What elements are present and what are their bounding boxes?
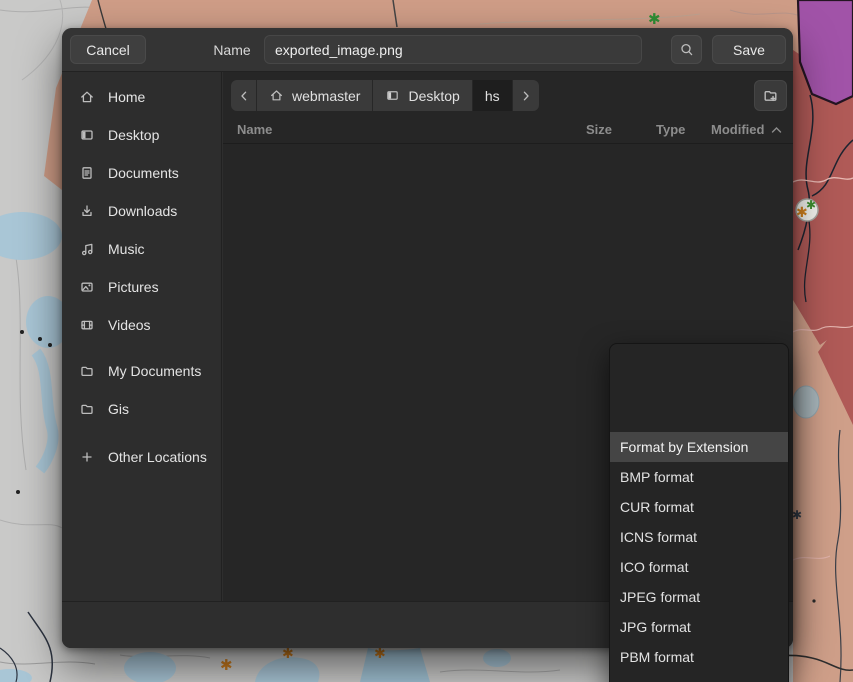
menu-item-pcx[interactable]: PCX format: [610, 672, 788, 682]
menu-item-format-by-extension[interactable]: Format by Extension: [610, 432, 788, 462]
sidebar-separator: [62, 344, 221, 352]
column-header-modified[interactable]: Modified: [711, 122, 782, 137]
file-list-header: Name Size Type Modified: [223, 119, 793, 144]
column-header-name[interactable]: Name: [237, 122, 272, 137]
sidebar-item-label: Home: [108, 89, 145, 105]
search-button[interactable]: [671, 35, 702, 64]
sidebar-item-label: Documents: [108, 165, 179, 181]
filename-label: Name: [202, 28, 262, 72]
menu-item-bmp[interactable]: BMP format: [610, 462, 788, 492]
breadcrumb-hs[interactable]: hs: [473, 80, 513, 111]
menu-item-pbm[interactable]: PBM format: [610, 642, 788, 672]
caret-up-icon: [771, 126, 782, 134]
menu-item-ico[interactable]: ICO format: [610, 552, 788, 582]
svg-text:✱: ✱: [806, 198, 816, 212]
film-icon: [79, 317, 95, 333]
menu-empty-area: [610, 344, 788, 432]
dialog-headerbar: Cancel Name Save: [62, 28, 793, 72]
filename-input[interactable]: [264, 35, 642, 64]
menu-item-jpeg[interactable]: JPEG format: [610, 582, 788, 612]
back-button[interactable]: [231, 80, 257, 111]
sidebar-item-pictures[interactable]: Pictures: [62, 268, 221, 306]
download-icon: [79, 203, 95, 219]
cancel-button[interactable]: Cancel: [70, 35, 146, 64]
sidebar-item-label: My Documents: [108, 363, 201, 379]
column-header-label: Modified: [711, 122, 764, 137]
folder-plus-icon: [762, 87, 779, 104]
sidebar-item-label: Other Locations: [108, 449, 207, 465]
sidebar-item-other-locations[interactable]: Other Locations: [62, 438, 221, 476]
search-icon: [679, 42, 695, 58]
folder-icon: [79, 401, 95, 417]
sidebar-item-gis[interactable]: Gis: [62, 390, 221, 428]
breadcrumb-label: webmaster: [292, 88, 360, 104]
sidebar-item-label: Videos: [108, 317, 151, 333]
black-dot-marker: [20, 330, 24, 334]
menu-item-cur[interactable]: CUR format: [610, 492, 788, 522]
sidebar-item-my-documents[interactable]: My Documents: [62, 352, 221, 390]
column-header-type[interactable]: Type: [656, 122, 685, 137]
orange-asterisk-marker: ✱: [374, 646, 386, 662]
breadcrumb-label: hs: [485, 88, 500, 104]
sidebar-separator: [62, 428, 221, 438]
breadcrumb-webmaster[interactable]: webmaster: [257, 80, 373, 111]
document-icon: [79, 165, 95, 181]
chevron-left-icon: [237, 89, 251, 103]
home-icon: [79, 89, 95, 105]
desktop-icon: [385, 88, 400, 103]
sidebar-item-desktop[interactable]: Desktop: [62, 116, 221, 154]
orange-asterisk-marker: ✱: [282, 646, 294, 662]
path-bar: webmaster Desktop hs: [223, 72, 793, 119]
music-note-icon: [79, 241, 95, 257]
new-folder-button[interactable]: [754, 80, 787, 111]
desktop-icon: [79, 127, 95, 143]
plus-icon: [79, 449, 95, 465]
breadcrumb: webmaster Desktop hs: [231, 80, 539, 111]
picture-icon: [79, 279, 95, 295]
breadcrumb-desktop[interactable]: Desktop: [373, 80, 472, 111]
forward-button[interactable]: [513, 80, 539, 111]
column-header-size[interactable]: Size: [586, 122, 612, 137]
places-sidebar: Home Desktop Documents: [62, 72, 222, 601]
sidebar-item-label: Downloads: [108, 203, 177, 219]
sidebar-item-label: Music: [108, 241, 145, 257]
sidebar-item-label: Pictures: [108, 279, 159, 295]
black-dot-marker: [48, 343, 52, 347]
chevron-right-icon: [519, 89, 533, 103]
save-button[interactable]: Save: [712, 35, 786, 64]
file-format-menu: Format by Extension BMP format CUR forma…: [609, 343, 789, 682]
orange-green-asterisk-circle-marker: ✱ ✱: [796, 198, 818, 221]
sidebar-item-label: Desktop: [108, 127, 159, 143]
dark-splat-marker: ✱: [792, 508, 802, 522]
sidebar-item-music[interactable]: Music: [62, 230, 221, 268]
sidebar-item-documents[interactable]: Documents: [62, 154, 221, 192]
black-dot-marker: [16, 490, 20, 494]
folder-icon: [79, 363, 95, 379]
green-asterisk-marker: ✱: [648, 10, 661, 28]
sidebar-item-downloads[interactable]: Downloads: [62, 192, 221, 230]
screen: ✱ ✱ ✱ ✱ ✱ ✱ ✱ Cancel: [0, 0, 853, 682]
sidebar-item-label: Gis: [108, 401, 129, 417]
orange-asterisk-marker: ✱: [220, 656, 233, 674]
menu-item-jpg[interactable]: JPG format: [610, 612, 788, 642]
black-dot-marker: [38, 337, 42, 341]
breadcrumb-label: Desktop: [408, 88, 459, 104]
sidebar-item-videos[interactable]: Videos: [62, 306, 221, 344]
sidebar-item-home[interactable]: Home: [62, 78, 221, 116]
home-icon: [269, 88, 284, 103]
menu-item-icns[interactable]: ICNS format: [610, 522, 788, 552]
